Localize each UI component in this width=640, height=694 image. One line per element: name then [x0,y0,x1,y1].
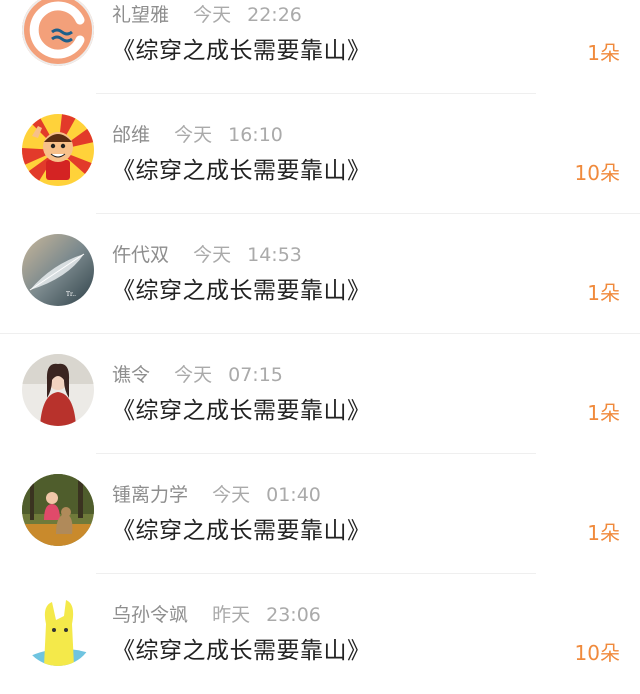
time-label: 14:53 [247,244,302,266]
time-label: 22:26 [247,4,302,26]
flower-count: 10朵 [574,641,620,665]
list-item[interactable]: 邰维 今天 16:10 《综穿之成长需要靠山》 10朵 [0,94,640,214]
list-item[interactable]: 礼望雅 今天 22:26 《综穿之成长需要靠山》 1朵 [0,0,640,94]
book-title[interactable]: 《综穿之成长需要靠山》 [112,394,371,428]
time-label: 16:10 [228,124,283,146]
yellow-cartoon-creature-avatar-icon[interactable] [22,594,94,666]
list-item[interactable]: Tr.. 仵代双 今天 14:53 《综穿之成长需要靠山》 1朵 [0,214,640,334]
woman-red-coat-avatar-icon[interactable] [22,354,94,426]
flower-count: 1朵 [587,281,620,305]
orange-logo-avatar-icon[interactable] [22,0,94,66]
cartoon-basketball-player-avatar-icon[interactable] [22,114,94,186]
book-title[interactable]: 《综穿之成长需要靠山》 [112,154,371,188]
item-meta: 乌孙令飒 昨天 23:06 [112,601,321,629]
svg-text:Tr..: Tr.. [66,291,76,298]
day-label: 今天 [174,124,213,146]
item-meta: 仵代双 今天 14:53 [112,241,302,269]
user-name[interactable]: 锺离力学 [112,484,188,506]
book-title[interactable]: 《综穿之成长需要靠山》 [112,514,371,548]
item-meta: 邰维 今天 16:10 [112,121,283,149]
day-label: 今天 [174,364,213,386]
frosted-leaf-avatar-icon[interactable]: Tr.. [22,234,94,306]
day-label: 今天 [212,484,251,506]
user-name[interactable]: 乌孙令飒 [112,604,188,626]
flower-count: 1朵 [587,521,620,545]
user-name[interactable]: 邰维 [112,124,150,146]
flower-count: 10朵 [574,161,620,185]
day-label: 今天 [193,244,232,266]
day-label: 昨天 [212,604,251,626]
time-label: 07:15 [228,364,283,386]
item-meta: 锺离力学 今天 01:40 [112,481,321,509]
child-autumn-park-avatar-icon[interactable] [22,474,94,546]
day-label: 今天 [193,4,232,26]
list-item[interactable]: 谯令 今天 07:15 《综穿之成长需要靠山》 1朵 [0,334,640,454]
user-name[interactable]: 谯令 [112,364,150,386]
book-title[interactable]: 《综穿之成长需要靠山》 [112,34,371,68]
list-item[interactable]: 乌孙令飒 昨天 23:06 《综穿之成长需要靠山》 10朵 [0,574,640,694]
book-title[interactable]: 《综穿之成长需要靠山》 [112,274,371,308]
item-meta: 谯令 今天 07:15 [112,361,283,389]
item-meta: 礼望雅 今天 22:26 [112,1,302,29]
list-item[interactable]: 锺离力学 今天 01:40 《综穿之成长需要靠山》 1朵 [0,454,640,574]
book-title[interactable]: 《综穿之成长需要靠山》 [112,634,371,668]
user-name[interactable]: 礼望雅 [112,4,169,26]
flower-count: 1朵 [587,41,620,65]
flower-count: 1朵 [587,401,620,425]
time-label: 01:40 [266,484,321,506]
gift-record-list: 礼望雅 今天 22:26 《综穿之成长需要靠山》 1朵 邰维 今天 16:10 … [0,0,640,694]
user-name[interactable]: 仵代双 [112,244,169,266]
time-label: 23:06 [266,604,321,626]
